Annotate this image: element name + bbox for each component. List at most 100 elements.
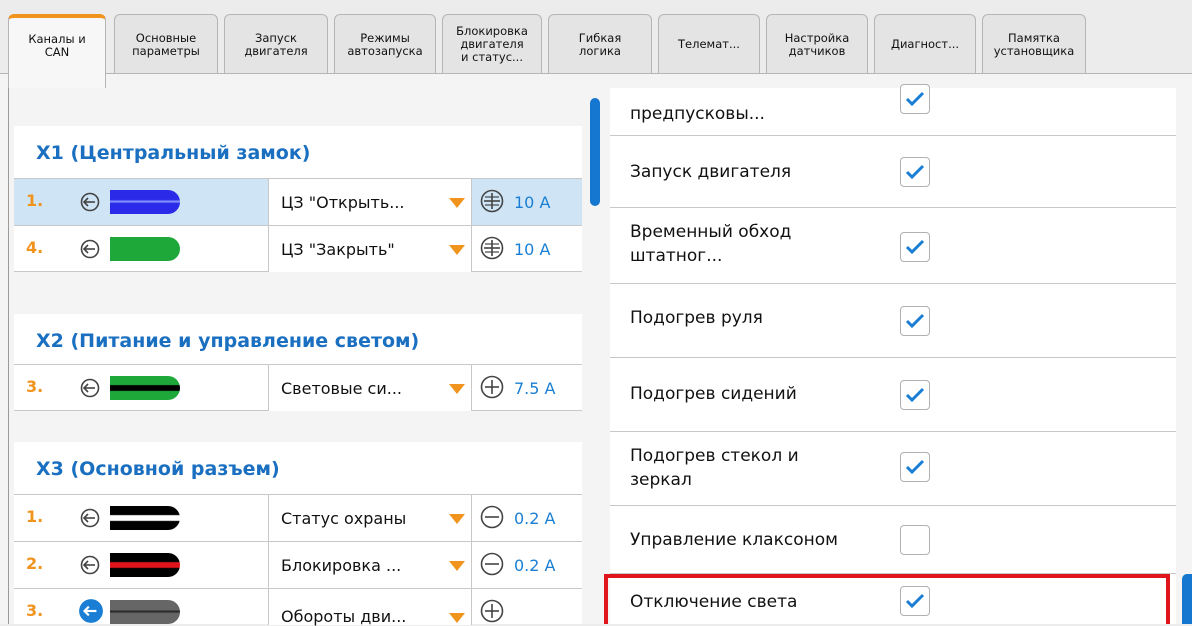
function-row[interactable]: Запуск двигателя [610,136,1176,208]
dropdown-value: Обороты дви... [281,607,407,626]
function-checkbox[interactable] [900,452,930,482]
function-checkbox[interactable] [900,525,930,555]
checkmark-icon [905,313,925,329]
function-checkbox[interactable] [900,306,930,336]
dropdown-value: ЦЗ "Открыть... [281,193,405,212]
channels-list: X1 (Центральный замок) 1. ЦЗ "Открыть...… [14,0,582,626]
channel-number: 3. [26,601,44,620]
function-label: Запуск двигателя [630,162,792,182]
current-value: 0.2 A [514,556,556,575]
dropdown-value: Блокировка ... [281,556,402,575]
tab-label: Памятка установщика [993,30,1075,58]
function-row[interactable]: Подогрев сидений [610,358,1176,432]
channel-row[interactable]: 1. ЦЗ "Открыть... 10 A [14,178,582,225]
wire-color-icon [110,506,180,530]
plus-circle-icon [480,375,504,399]
function-label: Временный обход штатног... [630,222,792,266]
dropdown-value: ЦЗ "Закрыть" [281,240,395,259]
tab-divider [0,73,1192,74]
function-checkbox[interactable] [900,232,930,262]
wire-color-icon [110,237,180,261]
group-title-text: X2 (Питание и управление светом) [36,330,420,352]
channel-row[interactable]: 2. Блокировка ... 0.2 A [14,541,582,588]
tab-label: Настройка датчиков [784,30,850,58]
checkmark-icon [905,387,925,403]
channel-number: 3. [26,377,44,396]
tab-telematics[interactable]: Телемат... [658,14,760,74]
function-dropdown[interactable]: ЦЗ "Закрыть" [268,226,472,272]
dropdown-arrow-icon [449,245,465,255]
function-row[interactable]: Подогрев руля [610,284,1176,358]
function-dropdown[interactable]: Блокировка ... [268,542,472,588]
function-row[interactable]: Управление клаксоном [610,506,1176,574]
function-checkbox[interactable] [900,586,930,616]
function-dropdown[interactable]: Обороты дви... [268,589,472,626]
dropdown-arrow-icon [449,561,465,571]
channel-number: 4. [26,238,44,257]
function-checkbox[interactable] [900,157,930,187]
current-value: 0.2 A [514,509,556,528]
function-dropdown[interactable]: Статус охраны [268,495,472,541]
dropdown-value: Световые си... [281,379,402,398]
channel-row[interactable]: 1. Статус охраны 0.2 A [14,494,582,541]
checkmark-icon [905,593,925,609]
current-value: 7.5 A [514,379,556,398]
channel-number: 1. [26,507,44,526]
right-scrollbar-thumb[interactable] [1182,574,1192,624]
tab-label: Гибкая логика [578,30,622,58]
channel-number: 1. [26,191,44,210]
dropdown-arrow-icon [449,514,465,524]
function-label: предпусковы... [630,104,765,124]
function-checkbox[interactable] [900,380,930,410]
wire-color-icon [110,376,180,400]
function-row[interactable]: Отключение света [610,574,1176,624]
checkmark-icon [905,459,925,475]
function-row[interactable]: Подогрев стекол и зеркал [610,432,1176,506]
plus-circle-icon [480,236,504,260]
dropdown-arrow-icon [449,384,465,394]
wire-color-icon [110,553,180,577]
pin-icon [80,555,100,575]
group-title: X3 (Основной разъем) [14,442,582,494]
tab-diagnostics[interactable]: Диагност... [874,14,976,74]
checkmark-icon [905,164,925,180]
wire-color-icon [110,600,180,624]
function-row[interactable]: Временный обход штатног... [610,208,1176,284]
function-checkbox[interactable] [900,84,930,114]
function-label: Подогрев стекол и зеркал [630,446,799,490]
pin-icon [80,192,100,212]
function-dropdown[interactable]: Световые си... [268,365,472,411]
dropdown-value: Статус охраны [281,509,407,528]
channel-number: 2. [26,554,44,573]
active-pin-icon [79,599,103,623]
tab-sensor-settings[interactable]: Настройка датчиков [766,14,868,74]
function-dropdown[interactable]: ЦЗ "Открыть... [268,179,472,225]
group-title-text: X1 (Центральный замок) [36,142,311,164]
group-title: X1 (Центральный замок) [14,126,582,178]
channel-row[interactable]: 3. Световые си... 7.5 A [14,364,582,411]
current-value: 10 A [514,240,551,259]
minus-circle-icon [480,505,504,529]
channel-row[interactable]: 4. ЦЗ "Закрыть" 10 A [14,225,582,272]
tab-label: Каналы и CAN [28,32,86,59]
left-scrollbar-thumb[interactable] [590,98,600,206]
tab-label: Диагност... [890,37,960,51]
group-title-text: X3 (Основной разъем) [36,458,280,480]
wire-color-icon [110,190,180,214]
checkmark-icon [905,91,925,107]
function-row[interactable]: предпусковы... [610,84,1176,136]
minus-circle-icon [480,552,504,576]
tab-channels-can[interactable]: Каналы и CAN [8,14,106,88]
dropdown-arrow-icon [449,613,465,623]
tab-installer-notes[interactable]: Памятка установщика [982,14,1086,74]
dropdown-arrow-icon [449,198,465,208]
panel-border [8,88,9,624]
group-title: X2 (Питание и управление светом) [14,314,582,366]
plus-circle-icon [480,189,504,213]
pin-icon [80,378,100,398]
function-label: Отключение света [630,592,798,612]
plus-circle-icon [480,599,504,623]
checkmark-icon [905,239,925,255]
channel-row[interactable]: 3. Обороты дви... [14,588,582,626]
pin-icon [80,239,100,259]
